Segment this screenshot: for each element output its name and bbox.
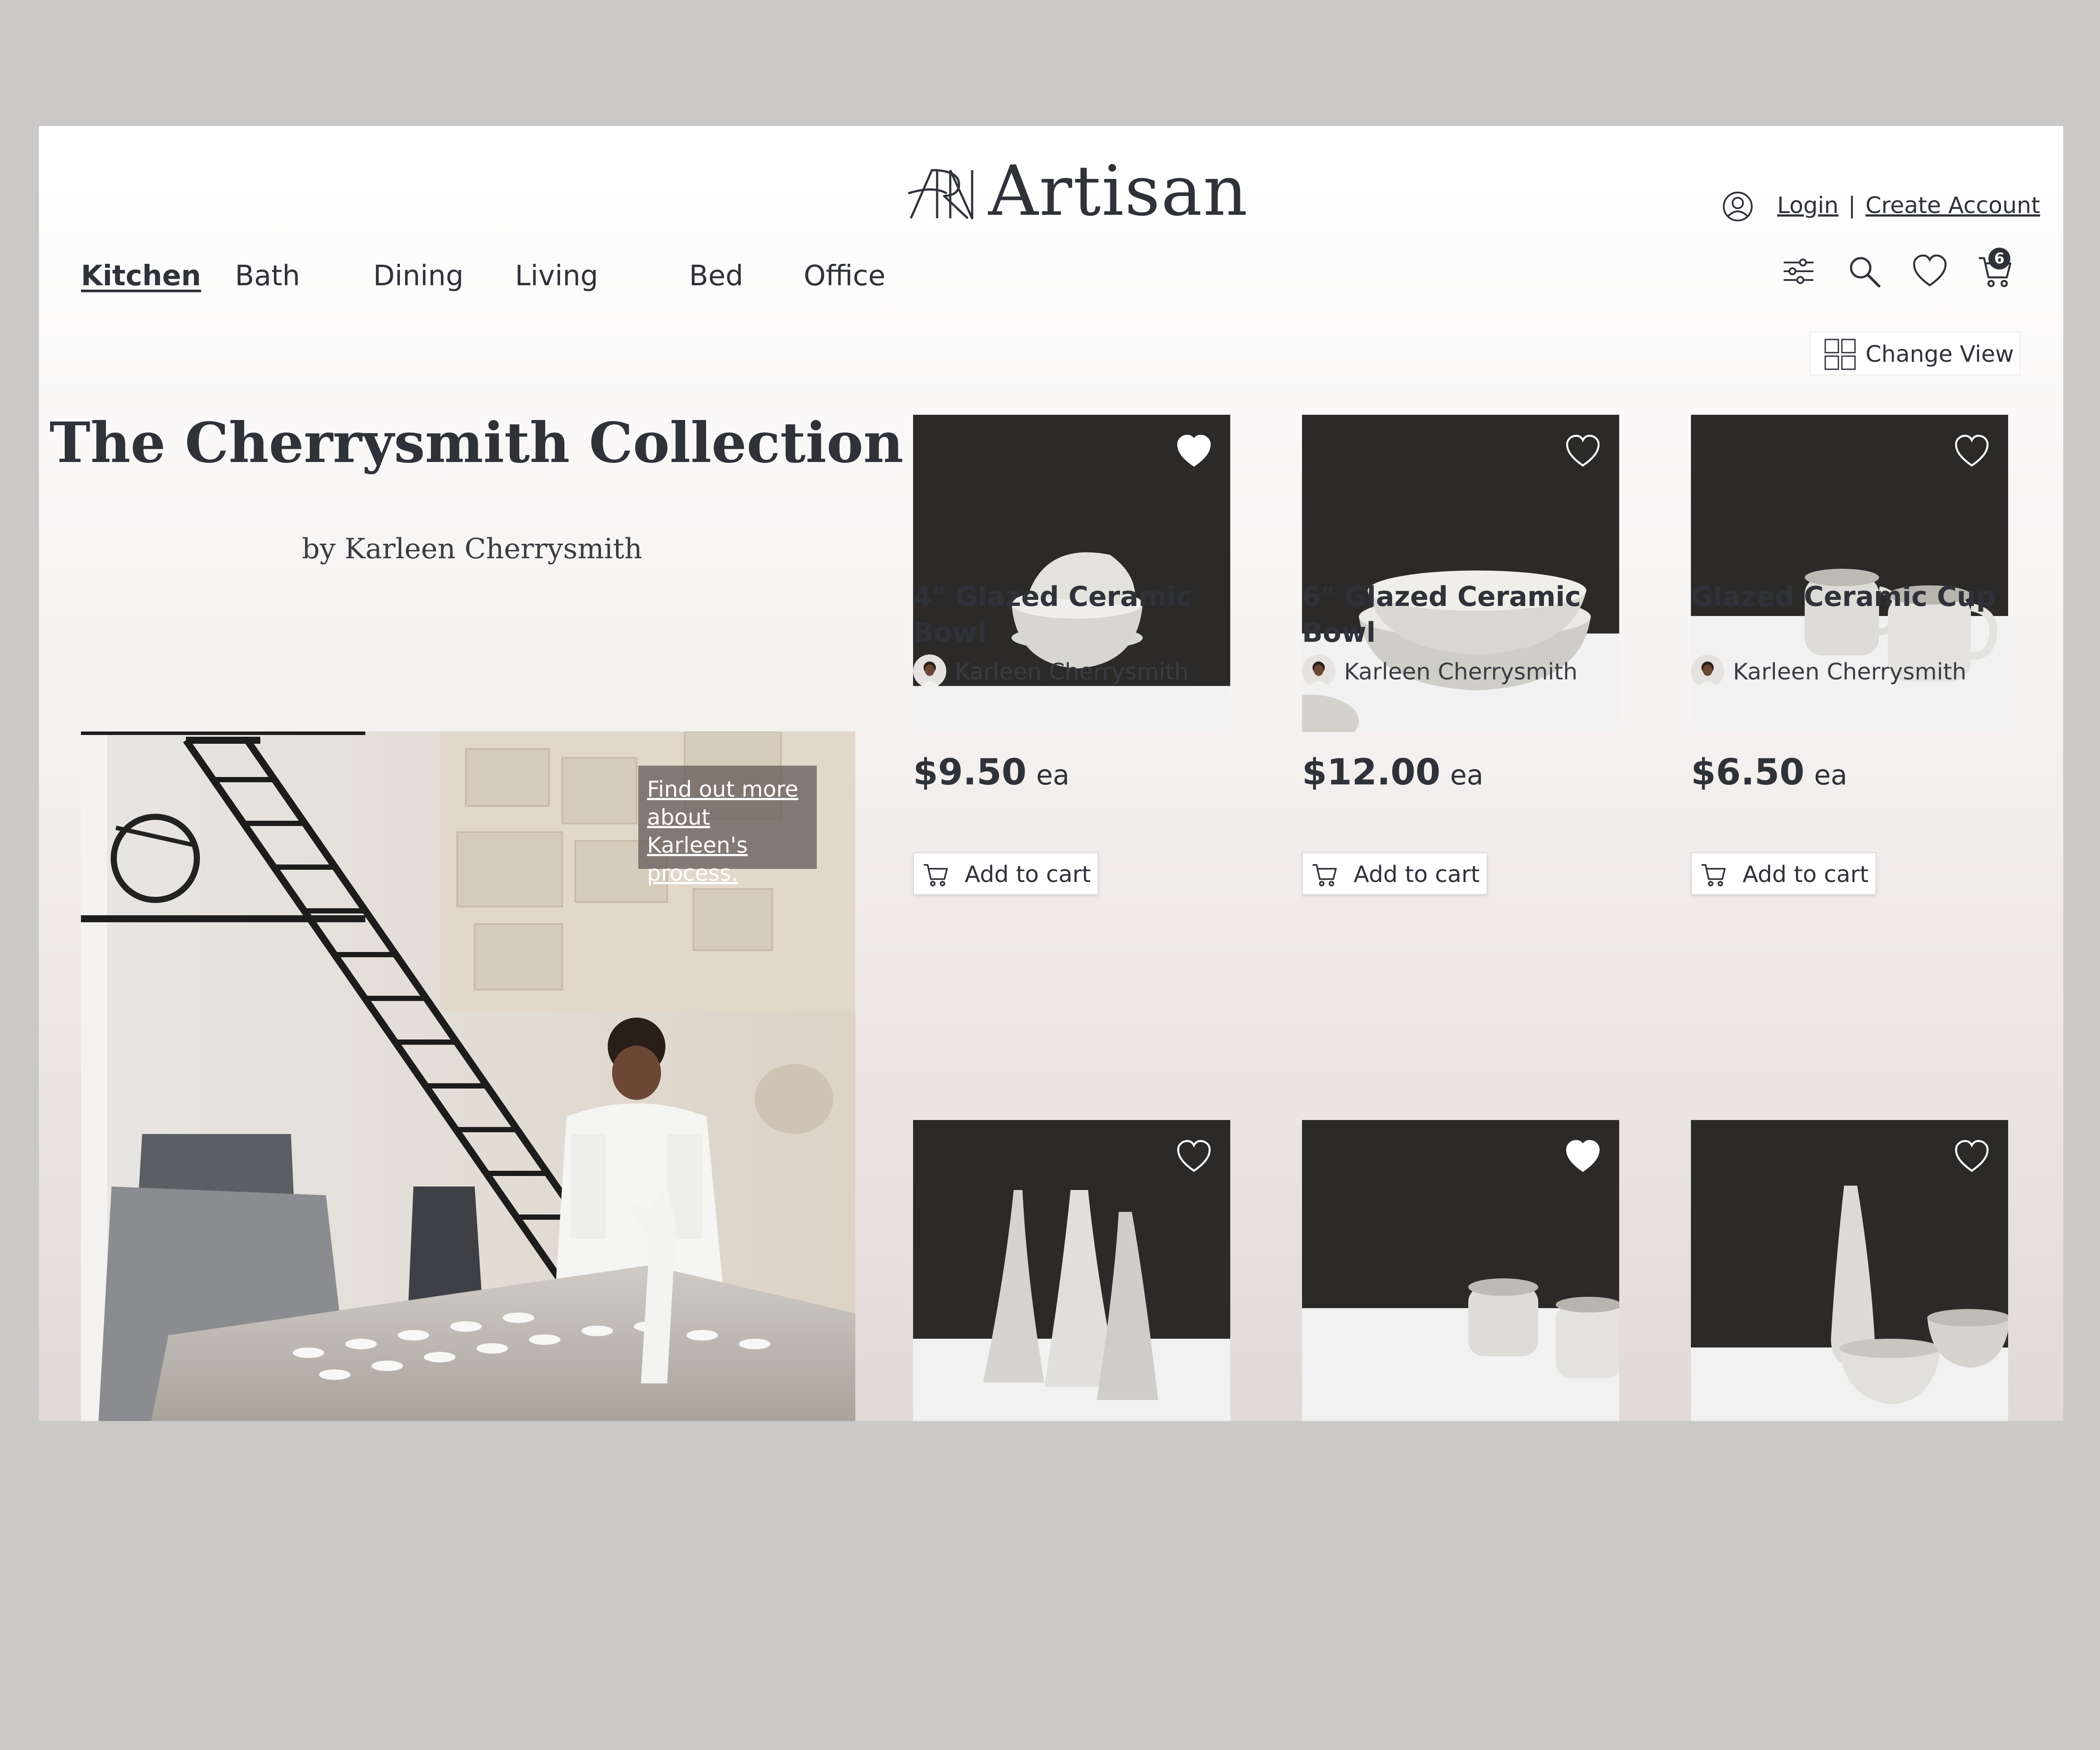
user-circle-icon[interactable] — [1722, 191, 1754, 222]
favorite-filled-heart-icon[interactable] — [1564, 1138, 1601, 1175]
filter-sliders-icon[interactable] — [1780, 253, 1817, 290]
artist-avatar — [913, 654, 946, 688]
login-link[interactable]: Login — [1777, 192, 1838, 219]
favorite-heart-icon[interactable] — [1564, 433, 1601, 470]
create-account-link[interactable]: Create Account — [1866, 192, 2040, 219]
product-price: $6.50 ea — [1691, 752, 1848, 793]
search-icon[interactable] — [1846, 253, 1883, 290]
brand-name[interactable]: Artisan — [988, 157, 1249, 226]
artist-avatar — [1302, 654, 1335, 688]
cart-icon — [924, 864, 948, 886]
change-view-button[interactable]: Change View — [1810, 332, 2020, 375]
price-amount: $6.50 — [1691, 752, 1805, 793]
product-price: $12.00 ea — [1302, 752, 1484, 793]
artisan-logo-mark-icon[interactable] — [906, 168, 979, 220]
cart-icon — [1312, 864, 1337, 886]
artist-avatar — [1691, 654, 1724, 688]
add-to-cart-button[interactable]: Add to cart — [1691, 852, 1876, 895]
favorite-filled-heart-icon[interactable] — [1176, 433, 1212, 470]
nav-item-bed[interactable]: Bed — [689, 260, 743, 292]
add-to-cart-label: Add to cart — [1743, 861, 1869, 888]
page-card: Artisan Login | Create Account Kitchen Bat… — [39, 126, 2063, 1421]
add-to-cart-label: Add to cart — [1354, 861, 1480, 888]
product-name[interactable]: 6" Glazed Ceramic Bowl — [1302, 579, 1619, 651]
price-unit: ea — [1036, 759, 1070, 791]
favorite-heart-icon[interactable] — [1953, 1138, 1990, 1175]
nav-item-dining[interactable]: Dining — [373, 260, 464, 292]
price-unit: ea — [1450, 759, 1484, 791]
nav-item-living[interactable]: Living — [515, 260, 598, 292]
collection-byline: by Karleen Cherrysmith — [301, 533, 643, 565]
nav-item-bath[interactable]: Bath — [235, 260, 300, 292]
favorite-heart-icon[interactable] — [1953, 433, 1990, 470]
artist-name: Karleen Cherrysmith — [1344, 659, 1578, 685]
nav-item-kitchen[interactable]: Kitchen — [81, 260, 201, 292]
account-links: Login | Create Account — [1777, 192, 2040, 219]
grid-icon — [1824, 339, 1856, 370]
add-to-cart-button[interactable]: Add to cart — [913, 852, 1099, 895]
product-name[interactable]: Glazed Ceramic Cup — [1691, 579, 2008, 615]
price-amount: $12.00 — [1302, 752, 1441, 793]
process-link[interactable]: Find out more about Karleen's process. — [638, 766, 817, 886]
account-separator: | — [1848, 192, 1856, 219]
collection-title: The Cherrysmith Collection — [49, 410, 903, 475]
nav-item-office[interactable]: Office — [804, 260, 886, 292]
change-view-label: Change View — [1866, 341, 2014, 368]
product-price: $9.50 ea — [913, 752, 1070, 793]
cart-count-badge: 6 — [1988, 248, 2010, 270]
wishlist-heart-icon[interactable] — [1911, 253, 1948, 290]
artist-name: Karleen Cherrysmith — [1733, 659, 1967, 685]
cart-icon — [1701, 864, 1726, 886]
add-to-cart-label: Add to cart — [965, 861, 1091, 888]
product-name[interactable]: 4" Glazed Ceramic Bowl — [913, 579, 1230, 651]
favorite-heart-icon[interactable] — [1176, 1138, 1212, 1175]
price-amount: $9.50 — [913, 752, 1027, 793]
add-to-cart-button[interactable]: Add to cart — [1302, 852, 1488, 895]
price-unit: ea — [1814, 759, 1848, 791]
artist-name: Karleen Cherrysmith — [955, 659, 1189, 685]
